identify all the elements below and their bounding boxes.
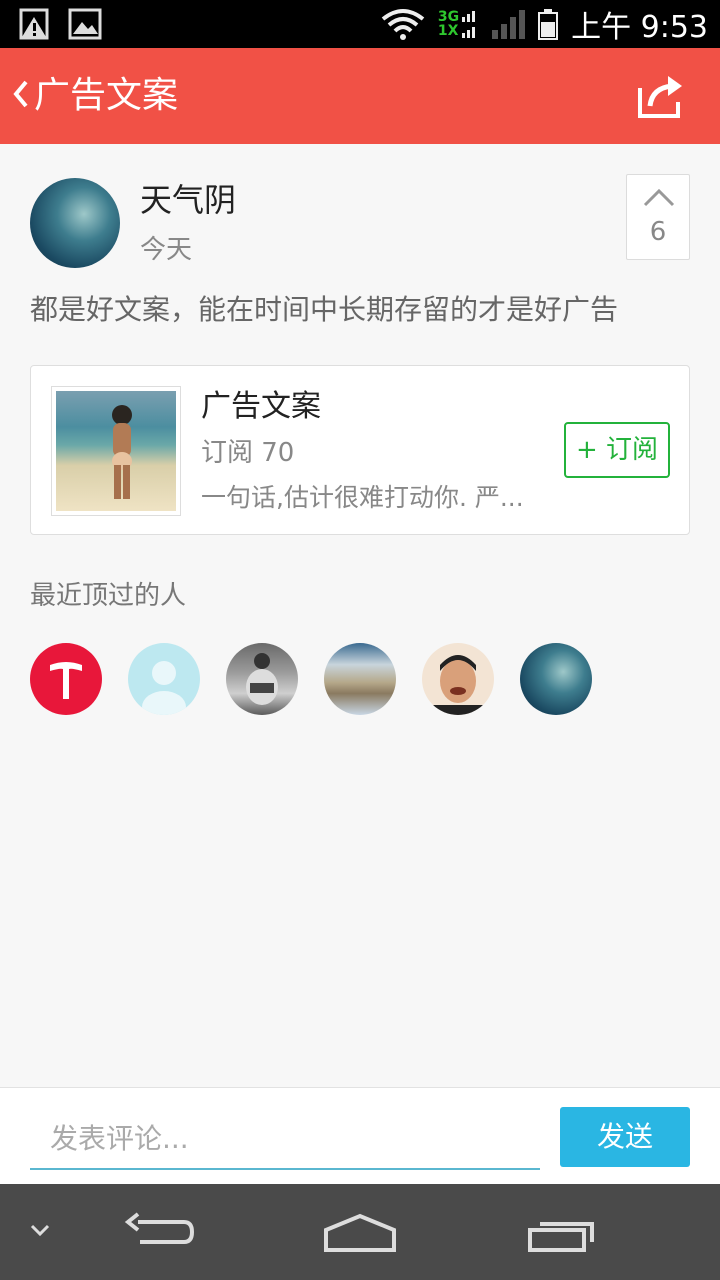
wifi-icon — [381, 9, 425, 40]
chevron-up-icon — [643, 188, 675, 207]
person-photo — [246, 653, 278, 705]
upvoter-avatar[interactable] — [520, 643, 592, 715]
home-icon[interactable] — [322, 1212, 398, 1254]
network-type-bottom: 1X — [437, 23, 459, 39]
clock: 上午 9:53 — [571, 10, 708, 45]
send-button[interactable]: 发送 — [560, 1107, 690, 1167]
channel-thumbnail — [51, 386, 181, 516]
page-title: 广告文案 — [34, 75, 179, 116]
upvote-button[interactable]: 6 — [626, 174, 690, 260]
channel-description: 一句话,估计很难打动你. 严... — [201, 483, 524, 512]
person-photo — [432, 655, 484, 715]
image-icon — [68, 8, 102, 40]
upvoter-avatar[interactable] — [30, 643, 102, 715]
status-bar: 3G 1X 上午 9:53 — [0, 0, 720, 48]
recent-upvoters-list — [30, 643, 592, 715]
chevron-down-icon[interactable] — [28, 1222, 52, 1238]
post-text: 都是好文案，能在时间中长期存留的才是好广告 — [30, 293, 619, 326]
system-nav-bar — [0, 1184, 720, 1280]
recent-upvoters-label: 最近顶过的人 — [30, 581, 187, 611]
default-user-icon — [142, 661, 186, 715]
comment-bar: 发送 — [0, 1087, 720, 1184]
upvoter-avatar[interactable] — [128, 643, 200, 715]
back-arrow-icon[interactable] — [124, 1212, 196, 1252]
signal-small-icon — [462, 11, 476, 38]
channel-subscribers: 订阅 70 — [201, 438, 295, 468]
channel-card[interactable]: 广告文案 订阅 70 一句话,估计很难打动你. 严... + 订阅 — [30, 365, 690, 535]
recent-apps-icon[interactable] — [526, 1216, 598, 1252]
network-type-top: 3G — [437, 9, 460, 25]
channel-title: 广告文案 — [201, 389, 321, 424]
upvoter-avatar[interactable] — [422, 643, 494, 715]
letter-t-logo — [50, 662, 82, 699]
app-bar: 广告文案 — [0, 48, 720, 144]
upvoter-avatar[interactable] — [226, 643, 298, 715]
warning-icon — [19, 8, 49, 40]
battery-icon — [538, 9, 559, 40]
chevron-left-icon[interactable] — [10, 74, 32, 114]
signal-icon — [492, 10, 526, 39]
upvoter-avatar[interactable] — [324, 643, 396, 715]
subscribe-button[interactable]: + 订阅 — [564, 422, 670, 478]
upvote-count: 6 — [649, 217, 667, 247]
comment-input[interactable] — [30, 1108, 540, 1170]
post-username[interactable]: 天气阴 — [140, 178, 236, 222]
post-time: 今天 — [140, 235, 193, 265]
child-figure-image — [112, 405, 132, 499]
avatar[interactable] — [30, 178, 120, 268]
share-icon[interactable] — [636, 72, 684, 120]
